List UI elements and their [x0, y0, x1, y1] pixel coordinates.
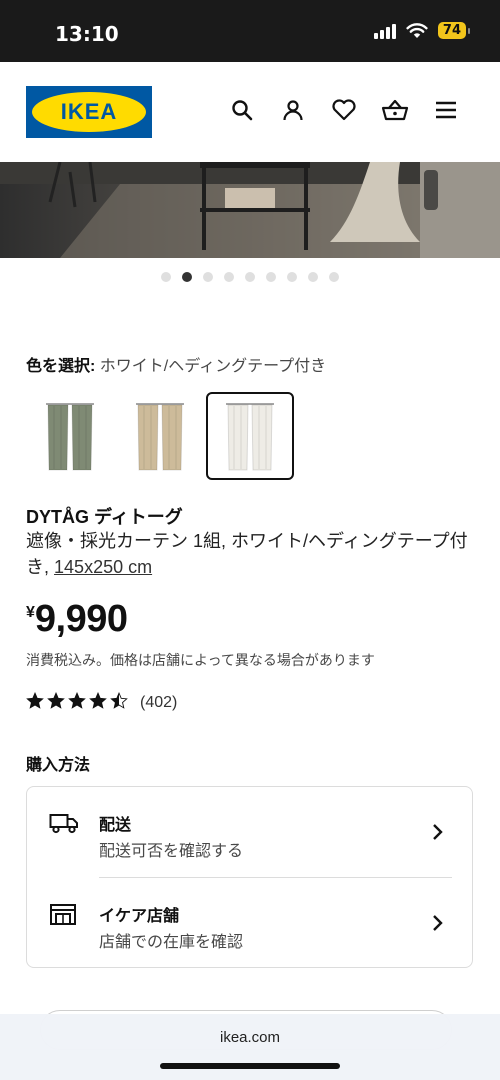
gallery-dot[interactable] — [245, 272, 255, 282]
color-swatch-white[interactable] — [206, 392, 294, 480]
star-icon — [68, 691, 86, 714]
color-swatch-green[interactable] — [26, 392, 114, 480]
gallery-dot[interactable] — [287, 272, 297, 282]
delivery-title: 配送 — [99, 817, 132, 834]
color-selection: 色を選択: ホワイト/ヘディングテープ付き — [26, 352, 326, 376]
ikea-logo[interactable]: IKEA — [26, 86, 152, 138]
status-bar: 13:10 74 — [0, 0, 500, 62]
purchase-options: 配送 配送可否を確認する イケア店舗 店舗での在庫を確認 — [26, 786, 473, 968]
delivery-option[interactable]: 配送 配送可否を確認する — [27, 787, 472, 877]
gallery-dot[interactable] — [224, 272, 234, 282]
star-icon — [47, 691, 65, 714]
tax-note: 消費税込み。価格は店舗によって異なる場合があります — [26, 652, 375, 668]
currency-symbol: ¥ — [26, 604, 35, 621]
battery-icon: 74 — [437, 22, 471, 39]
rating-stars — [26, 691, 128, 714]
product-name: DYTÅG ディトーグ — [26, 507, 183, 527]
curtain-thumbnail — [226, 403, 274, 471]
menu-icon[interactable] — [432, 96, 460, 124]
gallery-dot[interactable] — [329, 272, 339, 282]
url-bar[interactable]: ikea.com — [0, 1029, 500, 1046]
truck-icon — [49, 811, 79, 840]
cart-icon[interactable] — [381, 96, 409, 124]
store-subtitle: 店舗での在庫を確認 — [99, 934, 244, 951]
purchase-title: 購入方法 — [26, 757, 91, 774]
gallery-dots — [0, 272, 500, 282]
status-icons: 74 — [373, 22, 471, 39]
heart-icon[interactable] — [330, 96, 358, 124]
gallery-dot[interactable] — [203, 272, 213, 282]
browser-toolbar — [0, 1014, 500, 1080]
logo-text: IKEA — [60, 99, 118, 124]
status-time: 13:10 — [55, 22, 119, 46]
search-icon[interactable] — [228, 96, 256, 124]
product-description: 遮像・採光カーテン 1組, ホワイト/ヘディングテープ付き, 145x250 c… — [26, 528, 476, 580]
gallery-dot[interactable] — [266, 272, 276, 282]
color-swatches — [26, 392, 294, 480]
gallery-dot[interactable] — [308, 272, 318, 282]
price-amount: 9,990 — [34, 598, 128, 640]
signal-icon — [373, 23, 396, 39]
curtain-thumbnail — [46, 403, 94, 471]
logo-oval: IKEA — [32, 92, 146, 132]
color-swatch-beige[interactable] — [116, 392, 204, 480]
site-header: IKEA — [0, 62, 500, 162]
chevron-right-icon — [432, 914, 444, 937]
star-icon — [110, 691, 128, 714]
product-photo — [0, 162, 500, 258]
color-value: ホワイト/ヘディングテープ付き — [99, 358, 327, 375]
star-icon — [89, 691, 107, 714]
curtain-thumbnail — [136, 403, 184, 471]
store-option[interactable]: イケア店舗 店舗での在庫を確認 — [27, 878, 472, 968]
chevron-right-icon — [432, 823, 444, 846]
header-actions — [228, 96, 460, 124]
product-size-link[interactable]: 145x250 cm — [54, 557, 152, 577]
product-price: ¥ 9,990 — [26, 598, 128, 641]
store-title: イケア店舗 — [99, 908, 180, 925]
rating[interactable]: (402) — [26, 691, 178, 714]
delivery-subtitle: 配送可否を確認する — [99, 843, 244, 860]
wifi-icon — [406, 22, 428, 38]
color-label: 色を選択: — [26, 358, 96, 375]
profile-icon[interactable] — [279, 96, 307, 124]
home-indicator[interactable] — [160, 1063, 340, 1069]
gallery-dot[interactable] — [161, 272, 171, 282]
product-image[interactable] — [0, 162, 500, 258]
store-icon — [49, 902, 77, 931]
review-count: (402) — [140, 694, 178, 711]
gallery-dot[interactable] — [182, 272, 192, 282]
star-icon — [26, 691, 44, 714]
